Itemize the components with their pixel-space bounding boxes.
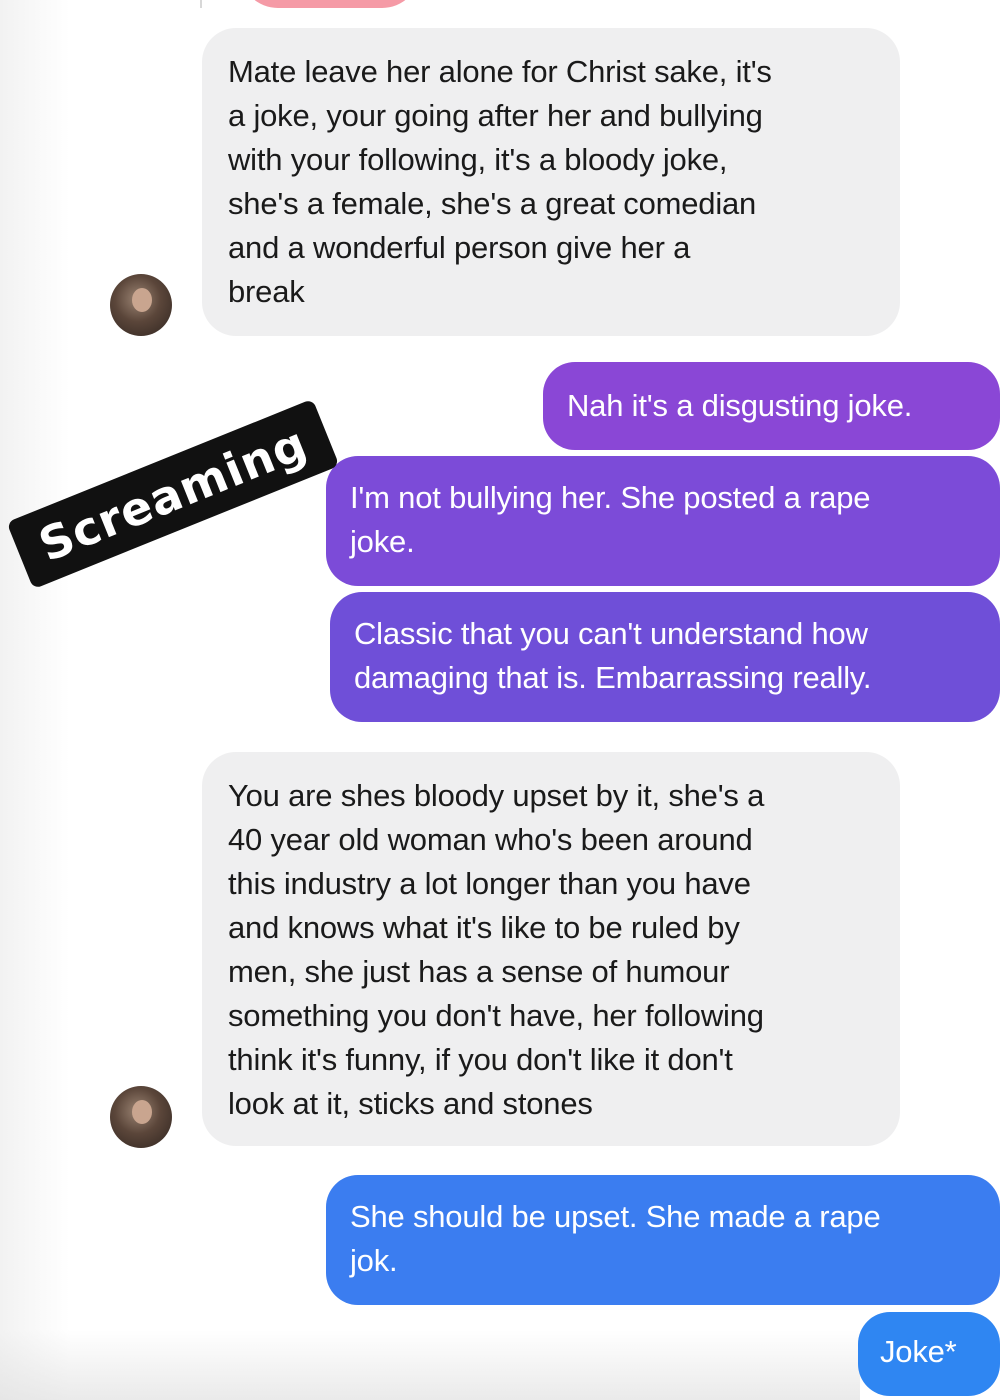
message-text: Joke* [880, 1334, 957, 1369]
sender-avatar[interactable] [110, 274, 172, 336]
message-text: Mate leave her alone for Christ sake, it… [228, 54, 772, 309]
cropped-shared-image[interactable] [240, 0, 420, 8]
message-text: You are shes bloody upset by it, she's a… [228, 778, 765, 1121]
message-text: I'm not bullying her. She posted a rape … [350, 480, 871, 559]
outgoing-message-bubble[interactable]: I'm not bullying her. She posted a rape … [326, 456, 1000, 586]
message-text: Nah it's a disgusting joke. [567, 388, 913, 423]
outgoing-message-bubble[interactable]: Joke* [858, 1312, 1000, 1396]
message-text: Classic that you can't understand how da… [354, 616, 872, 695]
divider-line [200, 0, 202, 8]
outgoing-message-bubble[interactable]: Classic that you can't understand how da… [330, 592, 1000, 722]
frame-edge [0, 0, 70, 1400]
incoming-message-bubble[interactable]: Mate leave her alone for Christ sake, it… [202, 28, 900, 336]
message-thread: Mate leave her alone for Christ sake, it… [0, 0, 1000, 1400]
sender-avatar[interactable] [110, 1086, 172, 1148]
outgoing-message-bubble[interactable]: Nah it's a disgusting joke. [543, 362, 1000, 450]
incoming-message-bubble[interactable]: You are shes bloody upset by it, she's a… [202, 752, 900, 1146]
bottom-fade [0, 1330, 860, 1400]
outgoing-message-bubble[interactable]: She should be upset. She made a rape jok… [326, 1175, 1000, 1305]
message-text: She should be upset. She made a rape jok… [350, 1199, 881, 1278]
